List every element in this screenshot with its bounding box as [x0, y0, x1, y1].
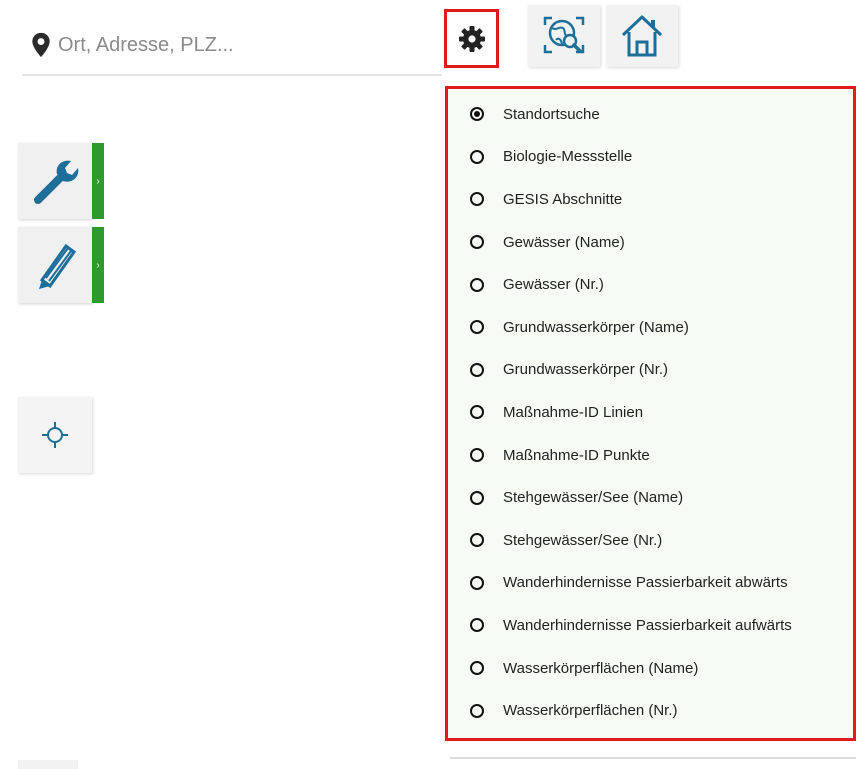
home-icon: [621, 15, 663, 57]
chevron-right-icon: ›: [96, 259, 100, 271]
option-label: GESIS Abschnitte: [503, 190, 623, 208]
option-label: Maßnahme-ID Linien: [503, 403, 644, 421]
option-label: Stehgewässer/See (Name): [503, 489, 684, 507]
search-type-option[interactable]: Grundwasserkörper (Name): [448, 306, 853, 349]
gear-icon: [458, 25, 485, 52]
radio-button[interactable]: [470, 149, 484, 164]
search-input[interactable]: [58, 25, 418, 65]
search-bar: [22, 16, 442, 76]
search-type-option[interactable]: Biologie-Messstelle: [448, 136, 853, 179]
search-type-option[interactable]: Stehgewässer/See (Name): [448, 476, 853, 519]
option-label: Wanderhindernisse Passierbarkeit abwärts: [503, 574, 788, 592]
search-type-option[interactable]: Wasserkörperflächen (Name): [448, 647, 853, 690]
option-label: Maßnahme-ID Punkte: [503, 446, 650, 464]
radio-button[interactable]: [470, 575, 484, 590]
radio-button[interactable]: [470, 192, 484, 207]
option-label: Grundwasserkörper (Name): [503, 318, 689, 336]
locate-button[interactable]: [18, 397, 92, 473]
chevron-right-icon: ›: [96, 175, 100, 187]
search-type-option[interactable]: Gewässer (Nr.): [448, 263, 853, 306]
globe-search-button[interactable]: [528, 5, 600, 67]
search-type-option[interactable]: Gewässer (Name): [448, 221, 853, 264]
radio-button[interactable]: [470, 490, 484, 505]
search-type-list: Standortsuche Biologie-Messstelle GESIS …: [448, 93, 853, 732]
search-type-option[interactable]: Maßnahme-ID Punkte: [448, 434, 853, 477]
search-type-option[interactable]: Wasserkörperflächen (Nr.): [448, 689, 853, 732]
draw-button[interactable]: ›: [18, 227, 104, 303]
radio-button[interactable]: [470, 448, 484, 463]
divider: [450, 757, 856, 759]
radio-button[interactable]: [470, 703, 484, 718]
option-label: Biologie-Messstelle: [503, 148, 633, 166]
radio-button[interactable]: [470, 277, 484, 292]
option-label: Wanderhindernisse Passierbarkeit aufwärt…: [503, 616, 792, 634]
home-button[interactable]: [606, 5, 678, 67]
radio-button[interactable]: [470, 235, 484, 250]
map-control-stub: [18, 760, 78, 769]
search-type-option[interactable]: Standortsuche: [448, 93, 853, 136]
radio-button[interactable]: [470, 533, 484, 548]
map-marker-icon: [32, 32, 50, 58]
search-type-option[interactable]: Stehgewässer/See (Nr.): [448, 519, 853, 562]
globe-search-icon: [543, 16, 585, 54]
wrench-icon: [34, 160, 79, 204]
radio-button[interactable]: [470, 320, 484, 335]
search-type-option[interactable]: Wanderhindernisse Passierbarkeit aufwärt…: [448, 604, 853, 647]
crosshair-icon: [42, 422, 68, 448]
tools-button[interactable]: ›: [18, 143, 104, 219]
expand-handle[interactable]: ›: [92, 143, 104, 219]
search-type-menu: Standortsuche Biologie-Messstelle GESIS …: [445, 86, 856, 741]
option-label: Grundwasserkörper (Nr.): [503, 361, 669, 379]
radio-button[interactable]: [470, 107, 484, 122]
radio-button[interactable]: [470, 618, 484, 633]
search-type-option[interactable]: Wanderhindernisse Passierbarkeit abwärts: [448, 562, 853, 605]
option-label: Standortsuche: [503, 105, 600, 123]
search-type-option[interactable]: GESIS Abschnitte: [448, 178, 853, 221]
radio-button[interactable]: [470, 661, 484, 676]
search-type-option[interactable]: Maßnahme-ID Linien: [448, 391, 853, 434]
radio-button[interactable]: [470, 362, 484, 377]
radio-button[interactable]: [470, 405, 484, 420]
option-label: Gewässer (Name): [503, 233, 625, 251]
search-settings-button[interactable]: [444, 9, 499, 68]
map-viewer: › › Standortsuche Biologie-Messstelle GE…: [0, 0, 856, 769]
expand-handle[interactable]: ›: [92, 227, 104, 303]
option-label: Wasserkörperflächen (Name): [503, 659, 699, 677]
option-label: Wasserkörperflächen (Nr.): [503, 702, 678, 720]
option-label: Stehgewässer/See (Nr.): [503, 531, 663, 549]
search-type-option[interactable]: Grundwasserkörper (Nr.): [448, 349, 853, 392]
option-label: Gewässer (Nr.): [503, 276, 604, 294]
pencil-icon: [39, 243, 77, 289]
